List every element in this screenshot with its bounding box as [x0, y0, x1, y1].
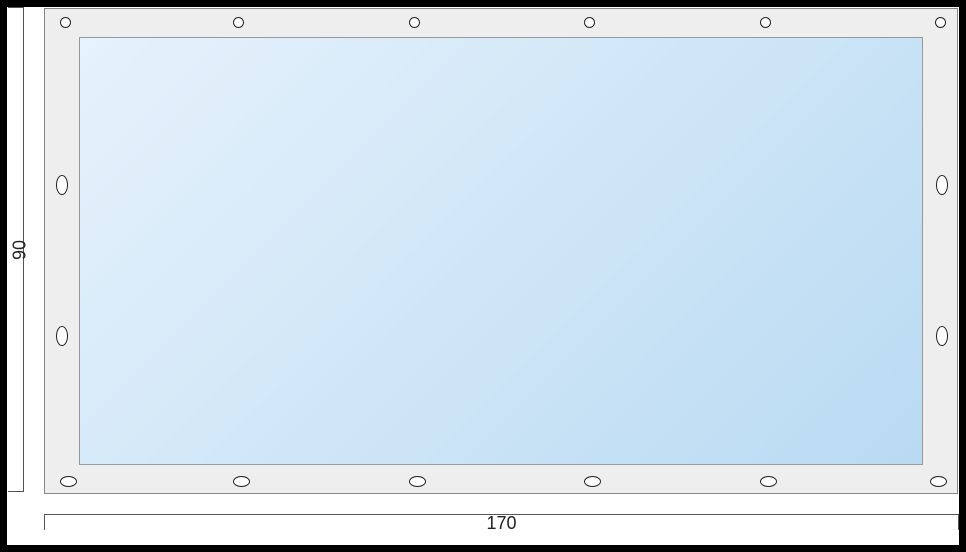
grommet: [584, 17, 595, 28]
grommet: [233, 476, 250, 487]
grommet: [936, 326, 948, 346]
grommet: [56, 175, 68, 195]
grommet: [56, 326, 68, 346]
grommet: [233, 17, 244, 28]
grommet: [409, 17, 420, 28]
dimension-y-label: 90: [10, 239, 31, 259]
grommet: [60, 17, 71, 28]
dimension-y-bracket: 90: [8, 7, 24, 492]
banner-panel: [44, 8, 958, 494]
grommet: [60, 476, 77, 487]
grommet: [935, 17, 946, 28]
grommet: [930, 476, 947, 487]
dimension-x-label: 170: [486, 513, 516, 534]
grommet: [760, 17, 771, 28]
grommet: [409, 476, 426, 487]
dimension-x-bracket: 170: [44, 514, 959, 530]
grommet: [936, 175, 948, 195]
grommet: [584, 476, 601, 487]
grommet: [760, 476, 777, 487]
banner-print-area: [79, 37, 923, 465]
